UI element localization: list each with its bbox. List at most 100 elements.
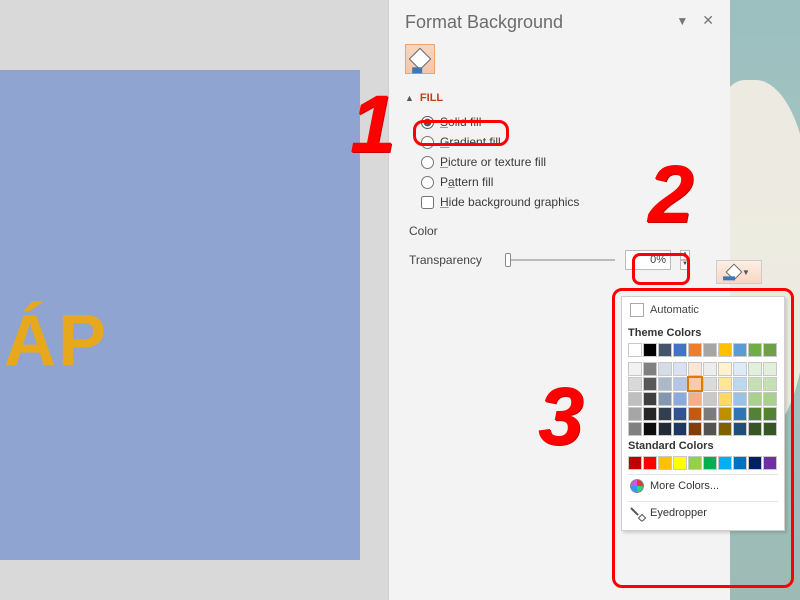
- color-swatch[interactable]: [673, 422, 687, 436]
- color-swatch[interactable]: [703, 377, 717, 391]
- picture-fill-radio[interactable]: Picture or texture fill: [421, 152, 714, 172]
- pane-dropdown-icon[interactable]: ▼: [676, 14, 688, 31]
- color-swatch[interactable]: [628, 456, 642, 470]
- color-swatch[interactable]: [733, 407, 747, 421]
- color-swatch[interactable]: [733, 377, 747, 391]
- slide-preview: DÁP: [0, 70, 360, 560]
- color-swatch[interactable]: [703, 362, 717, 376]
- color-swatch[interactable]: [628, 362, 642, 376]
- color-swatch[interactable]: [643, 456, 657, 470]
- color-swatch[interactable]: [673, 392, 687, 406]
- color-swatch[interactable]: [748, 362, 762, 376]
- eyedropper-link[interactable]: Eyedropper: [628, 501, 778, 524]
- color-swatch[interactable]: [763, 392, 777, 406]
- fill-bucket-icon[interactable]: [405, 44, 435, 74]
- color-swatch[interactable]: [703, 392, 717, 406]
- color-swatch[interactable]: [658, 392, 672, 406]
- collapse-triangle-icon: ▲: [405, 93, 414, 103]
- color-swatch[interactable]: [643, 343, 657, 357]
- theme-colors-header: Theme Colors: [628, 327, 778, 339]
- color-swatch[interactable]: [643, 392, 657, 406]
- color-swatch[interactable]: [718, 456, 732, 470]
- color-swatch[interactable]: [628, 343, 642, 357]
- color-picker-popup: Automatic Theme Colors Standard Colors M…: [621, 296, 785, 531]
- color-swatch[interactable]: [688, 392, 702, 406]
- color-swatch[interactable]: [658, 407, 672, 421]
- color-swatch[interactable]: [763, 422, 777, 436]
- transparency-slider[interactable]: [505, 259, 615, 261]
- theme-color-row: [628, 343, 778, 362]
- fill-section-header[interactable]: ▲ Fill: [405, 92, 714, 104]
- color-swatch[interactable]: [658, 456, 672, 470]
- color-swatch[interactable]: [763, 456, 777, 470]
- color-swatch[interactable]: [688, 407, 702, 421]
- transparency-value[interactable]: 0%: [625, 250, 671, 270]
- color-swatch[interactable]: [643, 362, 657, 376]
- color-swatch[interactable]: [748, 392, 762, 406]
- color-swatch[interactable]: [688, 377, 702, 391]
- color-swatch[interactable]: [688, 362, 702, 376]
- color-swatch[interactable]: [688, 456, 702, 470]
- color-swatch[interactable]: [718, 407, 732, 421]
- standard-colors-header: Standard Colors: [628, 440, 778, 452]
- color-swatch[interactable]: [673, 407, 687, 421]
- pane-title: Format Background: [405, 12, 563, 33]
- color-swatch[interactable]: [673, 377, 687, 391]
- color-swatch[interactable]: [718, 392, 732, 406]
- color-swatch[interactable]: [703, 422, 717, 436]
- color-swatch[interactable]: [703, 456, 717, 470]
- color-swatch[interactable]: [628, 407, 642, 421]
- chevron-down-icon: ▼: [742, 268, 750, 277]
- color-swatch[interactable]: [658, 377, 672, 391]
- color-swatch[interactable]: [733, 392, 747, 406]
- color-swatch[interactable]: [763, 343, 777, 357]
- pane-header: Format Background ▼ ✕: [405, 8, 714, 36]
- color-swatch[interactable]: [718, 343, 732, 357]
- color-swatch[interactable]: [748, 343, 762, 357]
- color-swatch[interactable]: [748, 377, 762, 391]
- color-swatch[interactable]: [628, 377, 642, 391]
- color-swatch[interactable]: [688, 343, 702, 357]
- pane-close-icon[interactable]: ✕: [702, 12, 714, 29]
- color-swatch[interactable]: [673, 343, 687, 357]
- color-swatch[interactable]: [658, 343, 672, 357]
- solid-fill-radio[interactable]: Solid fill: [421, 112, 714, 132]
- color-swatch[interactable]: [628, 392, 642, 406]
- color-swatch[interactable]: [628, 422, 642, 436]
- color-swatch[interactable]: [643, 377, 657, 391]
- color-swatch[interactable]: [658, 422, 672, 436]
- gradient-fill-radio[interactable]: Gradient fill: [421, 132, 714, 152]
- more-colors-link[interactable]: More Colors...: [628, 474, 778, 497]
- color-swatch[interactable]: [733, 362, 747, 376]
- color-swatch[interactable]: [748, 422, 762, 436]
- color-picker-button[interactable]: ▼: [716, 260, 762, 284]
- palette-icon: [630, 479, 644, 493]
- pattern-fill-radio[interactable]: Pattern fill: [421, 172, 714, 192]
- transparency-row: Transparency 0% ▲▼: [405, 250, 714, 270]
- color-swatch[interactable]: [703, 407, 717, 421]
- color-swatch[interactable]: [748, 407, 762, 421]
- hide-graphics-checkbox[interactable]: Hide background graphics: [421, 192, 714, 212]
- color-swatch[interactable]: [748, 456, 762, 470]
- color-swatch[interactable]: [673, 456, 687, 470]
- color-swatch[interactable]: [733, 456, 747, 470]
- color-swatch[interactable]: [673, 362, 687, 376]
- color-swatch[interactable]: [643, 407, 657, 421]
- eyedropper-icon: [630, 506, 644, 520]
- color-swatch[interactable]: [703, 343, 717, 357]
- color-swatch[interactable]: [763, 407, 777, 421]
- color-swatch[interactable]: [718, 422, 732, 436]
- standard-color-row: [628, 456, 778, 470]
- color-row: Color: [405, 224, 714, 238]
- automatic-color[interactable]: Automatic: [628, 301, 778, 323]
- color-swatch[interactable]: [658, 362, 672, 376]
- transparency-spinner[interactable]: ▲▼: [680, 250, 690, 270]
- color-swatch[interactable]: [688, 422, 702, 436]
- color-swatch[interactable]: [763, 377, 777, 391]
- color-swatch[interactable]: [718, 362, 732, 376]
- color-swatch[interactable]: [763, 362, 777, 376]
- color-swatch[interactable]: [733, 343, 747, 357]
- color-swatch[interactable]: [718, 377, 732, 391]
- color-swatch[interactable]: [643, 422, 657, 436]
- color-swatch[interactable]: [733, 422, 747, 436]
